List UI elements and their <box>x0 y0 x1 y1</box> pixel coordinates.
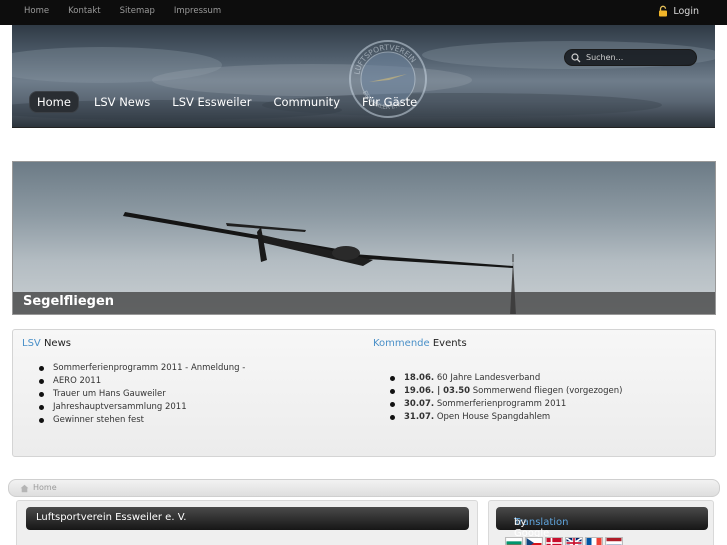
news-item[interactable]: Gewinner stehen fest <box>39 415 245 428</box>
login-link[interactable]: Login <box>657 5 699 17</box>
flag-uk-icon[interactable] <box>565 537 583 545</box>
login-label: Login <box>673 5 699 17</box>
news-heading-rest: News <box>40 338 71 349</box>
flag-czech-icon[interactable] <box>525 537 543 545</box>
news-item[interactable]: AERO 2011 <box>39 376 245 389</box>
nav-item-community[interactable]: Community <box>266 92 347 112</box>
nav-item-lsv-news[interactable]: LSV News <box>87 92 157 112</box>
event-text: Sommerferienprogramm 2011 <box>434 399 567 409</box>
language-flags <box>505 537 623 545</box>
news-column: LSV News Sommerferienprogramm 2011 - Anm… <box>22 338 245 428</box>
events-column: Kommende Events 18.06. 60 Jahre Landesve… <box>373 338 622 425</box>
lock-icon <box>659 5 668 17</box>
news-item[interactable]: Sommerferienprogramm 2011 - Anmeldung - <box>39 363 245 376</box>
glider-tailplane <box>226 223 306 232</box>
news-item[interactable]: Jahreshauptversammlung 2011 <box>39 402 245 415</box>
event-date: 19.06. | 03.50 <box>404 386 471 396</box>
top-nav: Home Kontakt Sitemap Impressum <box>24 6 240 16</box>
event-text: 60 Jahre Landesverband <box>434 373 541 383</box>
hero-slideshow[interactable]: Segelfliegen <box>12 161 716 315</box>
hero-caption-bar: Segelfliegen <box>13 292 715 314</box>
glider-rudder <box>257 227 267 262</box>
nav-item-fuer-gaeste[interactable]: Für Gäste <box>355 92 424 112</box>
events-heading-rest: Events <box>429 338 467 349</box>
event-item[interactable]: 31.07. Open House Spangdahlem <box>390 412 622 425</box>
flag-netherlands-icon[interactable] <box>605 537 623 545</box>
news-heading-prefix: LSV <box>22 338 41 349</box>
search-icon <box>571 52 581 62</box>
search-input[interactable] <box>586 53 686 62</box>
events-list: 18.06. 60 Jahre Landesverband 19.06. | 0… <box>390 373 622 425</box>
nav-item-lsv-essweiler[interactable]: LSV Essweiler <box>165 92 258 112</box>
breadcrumb: Home <box>8 479 720 497</box>
home-icon[interactable] <box>20 484 29 493</box>
site-header: LUFTSPORTVEREIN ESSWEILER E.V. Home LSV … <box>12 25 715 128</box>
content-title-bar: Luftsportverein Essweiler e. V. <box>26 507 469 530</box>
topnav-kontakt-link[interactable]: Kontakt <box>68 6 101 16</box>
glider-right-wing <box>351 254 513 268</box>
nav-item-home[interactable]: Home <box>29 91 79 113</box>
event-date: 30.07. <box>404 399 435 409</box>
flag-bulgaria-icon[interactable] <box>505 537 523 545</box>
news-events-box: LSV News Sommerferienprogramm 2011 - Anm… <box>12 329 716 457</box>
event-item[interactable]: 30.07. Sommerferienprogramm 2011 <box>390 399 622 412</box>
event-date: 18.06. <box>404 373 435 383</box>
event-date: 31.07. <box>404 412 435 422</box>
glider-cockpit <box>332 246 360 260</box>
breadcrumb-home-link[interactable]: Home <box>33 483 57 492</box>
translation-title-bar: Translation by Google <box>496 507 708 539</box>
main-nav: Home LSV News LSV Essweiler Community Fü… <box>29 91 432 113</box>
event-text: Sommerwend fliegen (vorgezogen) <box>470 386 623 396</box>
event-item[interactable]: 19.06. | 03.50 Sommerwend fliegen (vorge… <box>390 386 622 399</box>
content-title: Luftsportverein Essweiler e. V. <box>36 512 187 523</box>
news-heading: LSV News <box>22 338 245 349</box>
translation-title-rest: by Google <box>514 517 550 539</box>
event-text: Open House Spangdahlem <box>434 412 551 422</box>
search-box[interactable] <box>564 49 697 66</box>
hero-caption: Segelfliegen <box>23 294 115 309</box>
topnav-sitemap-link[interactable]: Sitemap <box>120 6 155 16</box>
news-item[interactable]: Trauer um Hans Gauweiler <box>39 389 245 402</box>
flag-france-icon[interactable] <box>585 537 603 545</box>
topnav-impressum-link[interactable]: Impressum <box>174 6 221 16</box>
events-heading-prefix: Kommende <box>373 338 430 349</box>
events-heading: Kommende Events <box>373 338 622 349</box>
top-bar: Home Kontakt Sitemap Impressum Login <box>0 0 727 25</box>
event-item[interactable]: 18.06. 60 Jahre Landesverband <box>390 373 622 386</box>
flag-denmark-icon[interactable] <box>545 537 563 545</box>
topnav-home-link[interactable]: Home <box>24 6 49 16</box>
news-list: Sommerferienprogramm 2011 - Anmeldung - … <box>39 363 245 428</box>
